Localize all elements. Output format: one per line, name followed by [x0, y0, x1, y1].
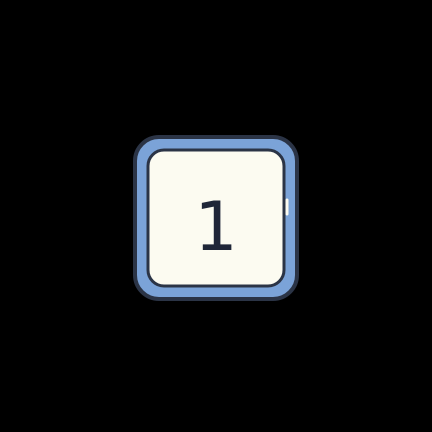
number-one-icon: 1: [133, 135, 299, 301]
icon-digit: 1: [194, 188, 237, 267]
icon-canvas: 1: [0, 0, 432, 432]
